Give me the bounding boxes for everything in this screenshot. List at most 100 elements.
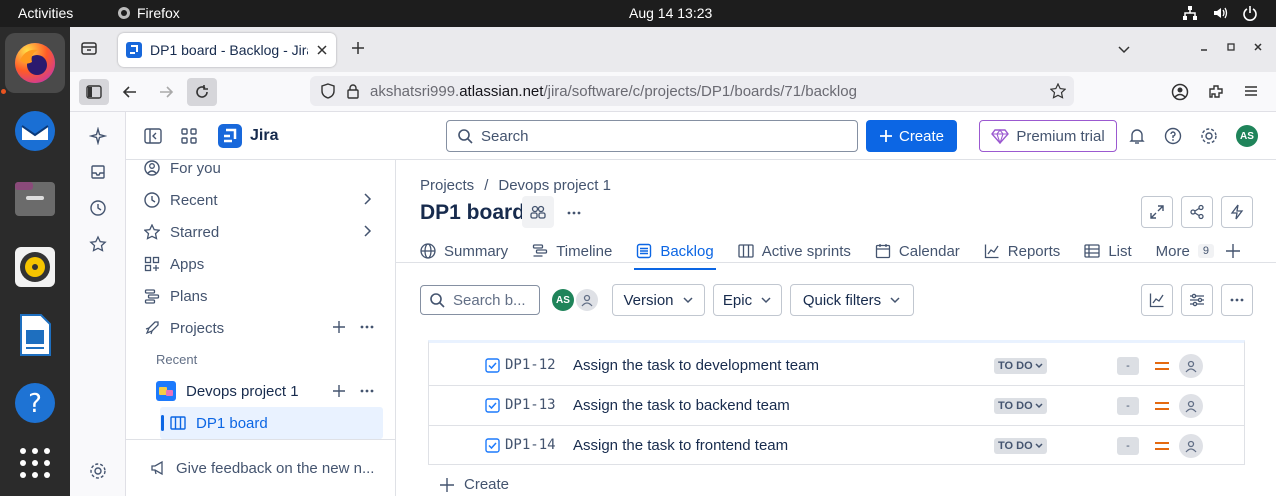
list-tabs-icon[interactable] [1116, 41, 1132, 57]
plus-icon [1225, 244, 1240, 258]
dock-writer[interactable] [5, 305, 65, 365]
chevron-right-icon[interactable] [360, 224, 374, 238]
collapse-sidebar-icon[interactable] [144, 128, 162, 144]
estimate-badge[interactable]: - [1117, 397, 1139, 415]
clock-icon[interactable] [89, 199, 107, 217]
more-options-icon[interactable] [360, 384, 374, 398]
app-switcher-icon[interactable] [180, 127, 198, 145]
backlog-search-input[interactable]: Search b... [420, 285, 540, 315]
clock[interactable]: Aug 14 13:23 [629, 5, 712, 21]
dock-files[interactable] [5, 169, 65, 229]
automation-button[interactable] [1221, 196, 1253, 228]
issue-summary[interactable]: Assign the task to development team [573, 357, 819, 374]
version-dropdown[interactable]: Version [612, 284, 705, 316]
status-badge[interactable]: TO DO [994, 358, 1047, 374]
sparkle-icon[interactable] [89, 127, 107, 145]
filter-avatar-as[interactable]: AS [552, 289, 574, 311]
extensions-icon[interactable] [1207, 83, 1225, 101]
star-icon[interactable] [89, 235, 107, 253]
browser-tab[interactable]: DP1 board - Backlog - Jira [118, 33, 336, 67]
dock-help[interactable]: ? [5, 373, 65, 433]
more-options-icon[interactable] [360, 320, 374, 334]
add-project-icon[interactable] [332, 320, 346, 334]
assignee-avatar-icon[interactable] [1179, 394, 1203, 418]
settings-gear-icon[interactable] [89, 462, 107, 480]
breadcrumb-projects[interactable]: Projects [420, 177, 474, 194]
give-feedback-link[interactable]: Give feedback on the new n... [150, 456, 374, 480]
jira-logo[interactable]: Jira [218, 124, 278, 148]
sidebar-item-for-you[interactable]: For you [144, 156, 221, 180]
help-question-icon[interactable] [1164, 127, 1182, 145]
priority-medium-icon[interactable] [1154, 440, 1170, 452]
breadcrumb-project[interactable]: Devops project 1 [498, 177, 611, 194]
firefox-view-icon[interactable] [80, 39, 98, 57]
add-icon[interactable] [332, 384, 346, 398]
app-menu[interactable]: Firefox [117, 5, 180, 21]
estimate-badge[interactable]: - [1117, 357, 1139, 375]
unassigned-avatar-icon[interactable] [576, 289, 598, 311]
reload-icon[interactable] [187, 78, 217, 106]
app-menu-icon[interactable] [1243, 83, 1259, 99]
inbox-icon[interactable] [89, 163, 107, 181]
dock-thunderbird[interactable] [5, 101, 65, 161]
chevron-right-icon[interactable] [360, 192, 374, 206]
view-settings-button[interactable] [1181, 284, 1213, 316]
sidebar-toggle-icon[interactable] [79, 79, 109, 105]
system-tray[interactable] [1182, 5, 1258, 21]
issue-key[interactable]: DP1-14 [505, 437, 556, 453]
priority-medium-icon[interactable] [1154, 360, 1170, 372]
new-tab-icon[interactable] [350, 40, 366, 56]
forward-icon[interactable] [158, 84, 174, 100]
sidebar-item-apps[interactable]: Apps [144, 252, 204, 276]
account-icon[interactable] [1171, 83, 1189, 101]
settings-icon[interactable] [1200, 127, 1218, 145]
bookmark-star-icon[interactable] [1050, 83, 1066, 99]
sidebar-board-dp1[interactable]: DP1 board [170, 411, 268, 435]
share-button[interactable] [1181, 196, 1213, 228]
issue-key[interactable]: DP1-12 [505, 357, 556, 373]
sidebar-item-plans[interactable]: Plans [144, 284, 208, 308]
global-search-input[interactable]: Search [446, 120, 858, 152]
quick-filters-dropdown[interactable]: Quick filters [790, 284, 914, 316]
create-button[interactable]: Create [866, 120, 957, 152]
maximize-icon[interactable] [1225, 41, 1237, 53]
create-issue-button[interactable]: Create [440, 476, 509, 493]
more-backlog-options-button[interactable] [1221, 284, 1253, 316]
premium-trial-button[interactable]: Premium trial [979, 120, 1117, 152]
close-window-icon[interactable] [1252, 41, 1264, 53]
insights-button[interactable] [1141, 284, 1173, 316]
sidebar-item-starred[interactable]: Starred [144, 220, 219, 244]
status-label: TO DO [998, 400, 1033, 412]
url-bar[interactable]: akshatsri999.atlassian.net/jira/software… [310, 76, 1074, 106]
issue-key[interactable]: DP1-13 [505, 397, 556, 413]
team-button[interactable] [522, 196, 554, 228]
user-avatar[interactable]: AS [1236, 125, 1258, 147]
epic-dropdown[interactable]: Epic [713, 284, 782, 316]
tracking-protection-icon[interactable] [320, 83, 336, 99]
issue-summary[interactable]: Assign the task to backend team [573, 397, 790, 414]
assignee-avatar-icon[interactable] [1179, 434, 1203, 458]
notifications-bell-icon[interactable] [1128, 127, 1146, 145]
issue-summary[interactable]: Assign the task to frontend team [573, 437, 788, 454]
table-row[interactable]: DP1-12 Assign the task to development te… [429, 346, 1244, 386]
close-tab-icon[interactable] [316, 44, 328, 56]
sidebar-project-devops[interactable]: Devops project 1 [156, 379, 299, 403]
dock-show-apps[interactable] [5, 433, 65, 493]
sidebar-item-projects[interactable]: Projects [144, 316, 224, 340]
minimize-icon[interactable] [1198, 41, 1210, 53]
status-badge[interactable]: TO DO [994, 438, 1047, 454]
more-actions-icon[interactable] [566, 206, 582, 220]
assignee-avatar-icon[interactable] [1179, 354, 1203, 378]
sidebar-item-recent[interactable]: Recent [144, 188, 218, 212]
activities-button[interactable]: Activities [18, 5, 73, 21]
estimate-badge[interactable]: - [1117, 437, 1139, 455]
dock-firefox[interactable] [5, 33, 65, 93]
dock-rhythmbox[interactable] [5, 237, 65, 297]
status-badge[interactable]: TO DO [994, 398, 1047, 414]
priority-medium-icon[interactable] [1154, 400, 1170, 412]
table-row[interactable]: DP1-13 Assign the task to backend team T… [429, 386, 1244, 426]
fullscreen-button[interactable] [1141, 196, 1173, 228]
table-row[interactable]: DP1-14 Assign the task to frontend team … [429, 426, 1244, 466]
lock-icon[interactable] [346, 83, 360, 99]
back-icon[interactable] [122, 84, 138, 100]
